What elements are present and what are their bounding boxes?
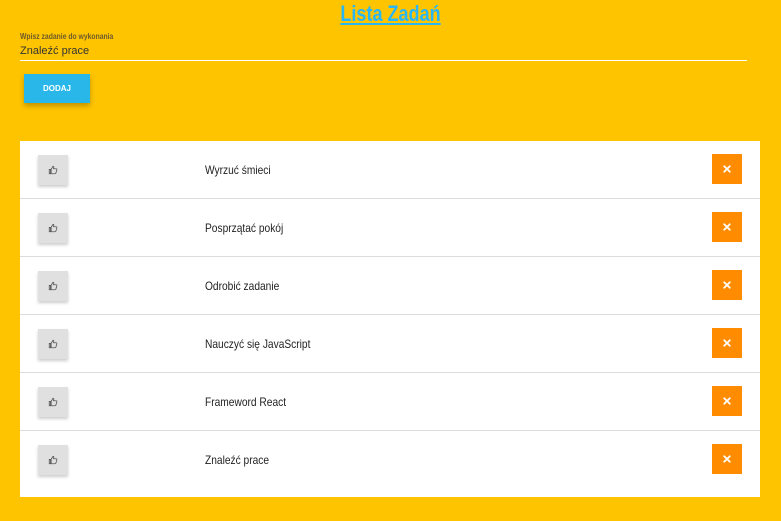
like-button[interactable] (38, 445, 68, 475)
delete-button[interactable] (712, 328, 742, 358)
task-label: Znaleźć prace (205, 453, 270, 467)
thumbs-up-icon (48, 281, 58, 291)
close-icon (723, 455, 731, 463)
page-title[interactable]: Lista Zadań (70, 0, 710, 28)
thumbs-up-icon (48, 339, 58, 349)
task-input[interactable] (20, 42, 747, 61)
like-button[interactable] (38, 213, 68, 243)
task-label: Nauczyć się JavaScript (205, 337, 311, 351)
task-row: Posprzątać pokój (20, 199, 760, 257)
thumbs-up-icon (48, 397, 58, 407)
task-input-label: Wpisz zadanie do wykonania (20, 32, 114, 41)
thumbs-up-icon (48, 455, 58, 465)
add-task-button[interactable]: DODAJ (24, 74, 90, 103)
task-row: Znaleźć prace (20, 431, 760, 489)
close-icon (723, 397, 731, 405)
task-row: Frameword React (20, 373, 760, 431)
delete-button[interactable] (712, 444, 742, 474)
like-button[interactable] (38, 271, 68, 301)
close-icon (723, 281, 731, 289)
close-icon (723, 223, 731, 231)
task-row: Nauczyć się JavaScript (20, 315, 760, 373)
task-label: Posprzątać pokój (205, 221, 284, 235)
thumbs-up-icon (48, 165, 58, 175)
delete-button[interactable] (712, 212, 742, 242)
task-row: Odrobić zadanie (20, 257, 760, 315)
delete-button[interactable] (712, 386, 742, 416)
delete-button[interactable] (712, 154, 742, 184)
task-label: Frameword React (205, 395, 287, 409)
task-label: Wyrzuć śmieci (205, 163, 271, 177)
task-row: Wyrzuć śmieci (20, 141, 760, 199)
thumbs-up-icon (48, 223, 58, 233)
delete-button[interactable] (712, 270, 742, 300)
like-button[interactable] (38, 329, 68, 359)
task-list: Wyrzuć śmieci Posprzątać pokój Odrobić z… (20, 141, 760, 497)
task-label: Odrobić zadanie (205, 279, 280, 293)
close-icon (723, 339, 731, 347)
close-icon (723, 165, 731, 173)
like-button[interactable] (38, 387, 68, 417)
like-button[interactable] (38, 155, 68, 185)
